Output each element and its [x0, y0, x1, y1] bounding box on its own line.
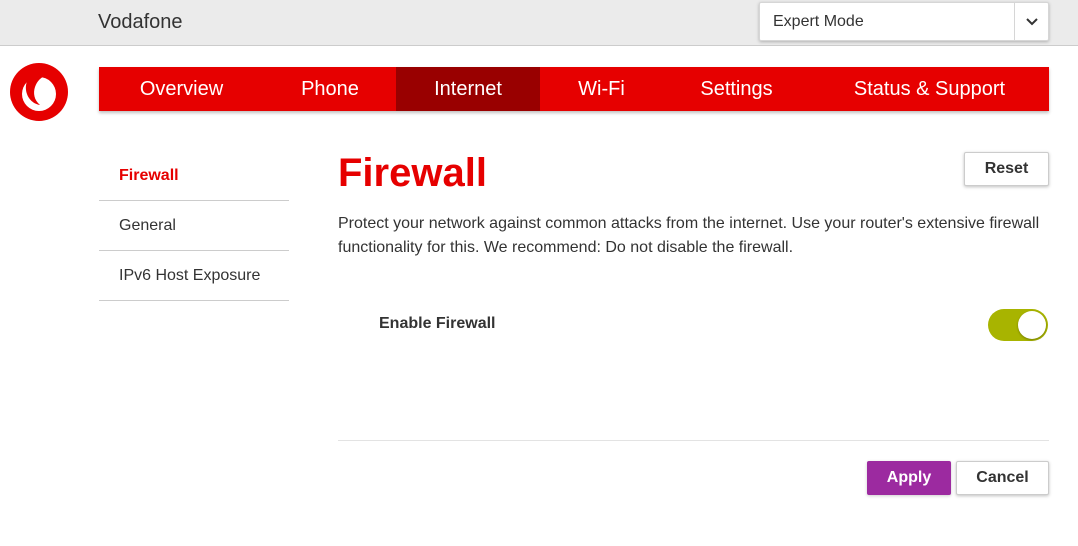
- toggle-knob: [1018, 311, 1046, 339]
- nav-item-settings[interactable]: Settings: [663, 67, 810, 111]
- enable-firewall-label: Enable Firewall: [379, 315, 496, 332]
- divider: [338, 440, 1049, 441]
- nav-item-internet[interactable]: Internet: [396, 67, 540, 111]
- cancel-button[interactable]: Cancel: [956, 461, 1049, 495]
- nav-item-wifi[interactable]: Wi-Fi: [540, 67, 663, 111]
- nav-item-overview[interactable]: Overview: [99, 67, 264, 111]
- mode-select[interactable]: Expert Mode: [759, 2, 1049, 41]
- side-nav-item-firewall[interactable]: Firewall: [99, 151, 289, 201]
- nav-item-status-support[interactable]: Status & Support: [810, 67, 1049, 111]
- page-title: Firewall: [338, 151, 487, 195]
- chevron-down-icon[interactable]: [1014, 3, 1048, 40]
- main-nav: Overview Phone Internet Wi-Fi Settings S…: [99, 67, 1049, 111]
- top-bar: Vodafone Expert Mode: [0, 0, 1078, 46]
- reset-button[interactable]: Reset: [964, 152, 1049, 186]
- vodafone-logo-icon[interactable]: [9, 62, 69, 122]
- brand-name: Vodafone: [98, 11, 183, 33]
- nav-item-phone[interactable]: Phone: [264, 67, 396, 111]
- side-nav: Firewall General IPv6 Host Exposure: [99, 151, 289, 301]
- side-nav-item-ipv6-host-exposure[interactable]: IPv6 Host Exposure: [99, 251, 289, 301]
- apply-button[interactable]: Apply: [867, 461, 951, 495]
- side-nav-item-general[interactable]: General: [99, 201, 289, 251]
- mode-select-value: Expert Mode: [773, 12, 864, 30]
- enable-firewall-toggle[interactable]: [988, 309, 1048, 341]
- page-description: Protect your network against common atta…: [338, 215, 1040, 256]
